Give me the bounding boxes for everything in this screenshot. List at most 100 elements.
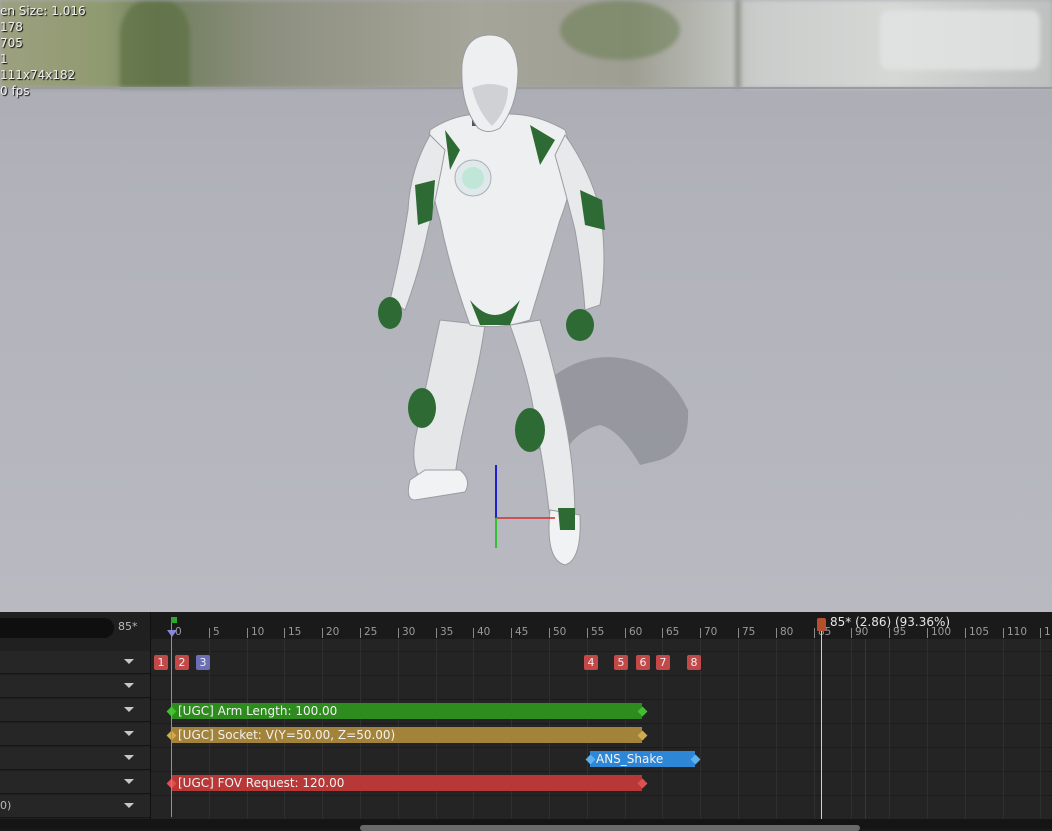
ruler-tick [700,628,701,638]
ruler-tick [549,628,550,638]
playhead-label: 85* (2.86) (93.36%) [830,615,951,629]
chevron-down-icon[interactable] [124,803,134,808]
track-separator [151,699,1052,700]
transform-gizmo[interactable] [480,460,560,555]
ruler-label: 55 [591,626,605,638]
ruler-tick [927,628,928,638]
ruler-tick [851,628,852,638]
notify-bar[interactable]: ANS_Shake [590,751,695,767]
ruler-label: 30 [402,626,416,638]
track-search-input[interactable] [0,618,114,638]
ruler-label: 15 [288,626,302,638]
ruler-tick [473,628,474,638]
ruler-tick [436,628,437,638]
ruler-tick [738,628,739,638]
notify-track-row[interactable] [0,723,150,746]
ruler-tick [662,628,663,638]
section-marker[interactable]: 3 [196,655,210,670]
stats-overlay: en Size: 1.016 178 705 1 111x74x182 0 fp… [0,3,86,99]
stat-line: 705 [0,36,23,50]
ruler-tick [814,628,815,638]
track-list-panel: 85* 0) [0,612,151,829]
level-viewport[interactable]: en Size: 1.016 178 705 1 111x74x182 0 fp… [0,0,1052,612]
playhead-handle[interactable] [817,618,826,631]
ruler-label: 10 [251,626,265,638]
ruler-tick [889,628,890,638]
current-frame-readout: 85* [118,620,138,633]
grid-line [738,639,739,819]
chevron-down-icon[interactable] [124,731,134,736]
ruler-label: 75 [742,626,756,638]
track-label: 0) [0,799,12,812]
ruler-tick [965,628,966,638]
grid-line [851,639,852,819]
chevron-down-icon[interactable] [124,707,134,712]
track-separator [151,771,1052,772]
ruler-label: 25 [364,626,378,638]
notify-bar[interactable]: [UGC] Socket: V(Y=50.00, Z=50.00) [172,727,642,743]
section-marker[interactable]: 5 [614,655,628,670]
grid-line [814,639,815,819]
chevron-down-icon[interactable] [124,659,134,664]
notify-track-row[interactable] [0,675,150,698]
chevron-down-icon[interactable] [124,779,134,784]
playhead-line[interactable] [821,622,822,819]
ruler-label: 50 [553,626,567,638]
section-marker[interactable]: 2 [175,655,189,670]
notify-track-row[interactable] [0,651,150,674]
grid-line [776,639,777,819]
grid-line [889,639,890,819]
ruler-tick [360,628,361,638]
ruler-label: 65 [666,626,680,638]
ruler-label: 105 [969,626,990,638]
notify-bar[interactable]: [UGC] Arm Length: 100.00 [172,703,642,719]
ruler-tick [511,628,512,638]
stat-line: 1 [0,52,8,66]
chevron-down-icon[interactable] [124,683,134,688]
section-marker[interactable]: 6 [636,655,650,670]
ruler-tick [284,628,285,638]
track-separator [151,795,1052,796]
stat-line: 0 fps [0,84,30,98]
ruler-label: 5 [213,626,220,638]
section-marker[interactable]: 7 [656,655,670,670]
section-marker[interactable]: 1 [154,655,168,670]
ruler-label: 80 [780,626,794,638]
notify-track-row[interactable] [0,771,150,794]
ruler-tick [1003,628,1004,638]
section-marker[interactable]: 4 [584,655,598,670]
background-post [735,0,741,88]
track-separator [151,675,1052,676]
ruler-label: 110 [1007,626,1028,638]
ruler-label: 45 [515,626,529,638]
notify-track-row[interactable]: 0) [0,795,150,818]
ruler-tick [209,628,210,638]
grid-line [1040,639,1041,819]
notify-graph[interactable]: 0 5 10 15 20 25 30 35 40 45 50 55 60 65 70 75 80 85 90 95 10… [151,612,1052,829]
ruler-label: 1 [1044,626,1051,638]
grid-line [927,639,928,819]
stat-line: en Size: 1.016 [0,4,86,18]
chevron-down-icon[interactable] [124,755,134,760]
ruler-label: 35 [440,626,454,638]
ruler-label: 70 [704,626,718,638]
ruler-label: 40 [477,626,491,638]
ruler-tick [587,628,588,638]
notify-track-row[interactable] [0,699,150,722]
ruler-tick [322,628,323,638]
ruler-tick [776,628,777,638]
notify-track-row[interactable] [0,747,150,770]
timeline-scrollbar[interactable] [360,825,860,831]
section-marker[interactable]: 8 [687,655,701,670]
ruler-tick [1040,628,1041,638]
start-handle-icon[interactable] [167,630,177,637]
stat-line: 178 [0,20,23,34]
ruler-tick [247,628,248,638]
ruler-label: 60 [629,626,643,638]
track-separator [151,723,1052,724]
background-tree [120,0,190,88]
notify-bar[interactable]: [UGC] FOV Request: 120.00 [172,775,642,791]
ruler-tick [398,628,399,638]
ruler-tick [625,628,626,638]
grid-line [1003,639,1004,819]
